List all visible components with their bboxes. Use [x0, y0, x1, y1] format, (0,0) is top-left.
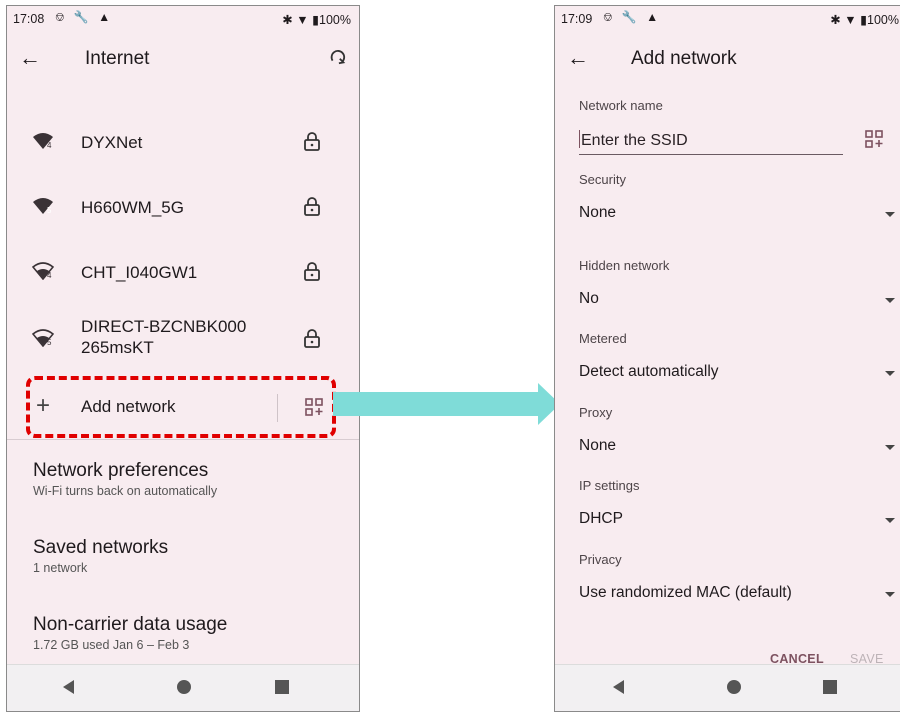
pref-subtitle: Wi-Fi turns back on automatically — [33, 484, 218, 498]
network-name-line1: DIRECT-BZCNBK000 — [81, 317, 247, 336]
add-network-screen: 17:09 ⎊ 🔧 ▲ ✱ ▼ ▮100% ← Add network Netw… — [554, 5, 900, 712]
dropdown-arrow-icon — [885, 445, 895, 450]
battery-icon: ▮ — [860, 13, 868, 27]
ssid-input[interactable]: Enter the SSID — [579, 130, 843, 155]
data-usage-item[interactable]: Non-carrier data usage 1.72 GB used Jan … — [33, 613, 227, 653]
status-time: 17:09 — [561, 12, 593, 26]
dropdown-arrow-icon — [885, 212, 895, 217]
metered-label: Metered — [579, 331, 627, 346]
lock-icon — [304, 197, 320, 216]
battery-icon: ▮ — [312, 13, 320, 27]
dropdown-arrow-icon — [885, 371, 895, 376]
bluetooth-icon: ✱ — [282, 13, 293, 27]
lock-icon — [304, 132, 320, 151]
svg-text:4: 4 — [47, 141, 52, 150]
internet-screen: 17:08 ⎊ 🔧 ▲ ✱ ▼ ▮100% ← Internet 4 DYXNe… — [6, 5, 360, 712]
security-value: None — [579, 204, 617, 221]
network-name-label: Network name — [579, 98, 663, 113]
wifi-5-icon: 5 — [32, 329, 54, 347]
network-item[interactable]: 4 DYXNet — [7, 111, 359, 171]
network-item[interactable]: 4 CHT_I040GW1 — [7, 241, 359, 301]
lock-icon — [304, 329, 320, 348]
network-item[interactable]: 5 DIRECT-BZCNBK000 265msKT — [7, 306, 359, 370]
network-name-line2: 265msKT — [81, 338, 154, 357]
wifi-status-icon: ▼ — [844, 13, 857, 27]
status-bar: 17:08 ⎊ 🔧 ▲ ✱ ▼ ▮100% — [7, 6, 359, 32]
status-right: ✱ ▼ ▮100% — [830, 12, 899, 27]
pref-title: Saved networks — [33, 537, 169, 558]
metered-value: Detect automatically — [579, 363, 719, 380]
status-right: ✱ ▼ ▮100% — [282, 12, 351, 27]
network-name: DYXNet — [81, 133, 143, 152]
back-arrow-icon[interactable]: ← — [19, 45, 41, 71]
nav-back-icon[interactable] — [613, 680, 624, 694]
svg-text:5: 5 — [47, 206, 52, 215]
text-cursor — [579, 130, 580, 148]
network-preferences-item[interactable]: Network preferences Wi-Fi turns back on … — [33, 459, 217, 499]
nav-home-icon[interactable] — [727, 680, 741, 694]
back-arrow-icon[interactable]: ← — [567, 45, 589, 71]
status-bar: 17:09 ⎊ 🔧 ▲ ✱ ▼ ▮100% — [555, 6, 900, 32]
ssid-placeholder: Enter the SSID — [581, 132, 688, 149]
security-label: Security — [579, 172, 626, 187]
pref-title: Network preferences — [33, 460, 209, 481]
svg-text:5: 5 — [47, 338, 52, 347]
nav-back-icon[interactable] — [63, 680, 74, 694]
page-title: Add network — [631, 48, 737, 69]
nav-home-icon[interactable] — [177, 680, 191, 694]
qr-code-scanner-icon[interactable] — [865, 130, 883, 148]
ip-settings-value: DHCP — [579, 510, 623, 527]
privacy-label: Privacy — [579, 552, 622, 567]
navigation-bar — [7, 664, 359, 711]
transition-arrow — [333, 392, 538, 416]
page-title: Internet — [85, 48, 150, 69]
app-bar: ← Internet — [7, 36, 359, 84]
wifi-5-icon: 5 — [33, 198, 53, 215]
pref-subtitle: 1.72 GB used Jan 6 – Feb 3 — [33, 638, 190, 652]
battery-level: 100% — [319, 13, 351, 27]
dropdown-arrow-icon — [885, 518, 895, 523]
network-name: H660WM_5G — [81, 198, 184, 217]
section-divider — [7, 439, 359, 440]
bluetooth-icon: ✱ — [830, 13, 841, 27]
nav-recents-icon[interactable] — [823, 680, 837, 694]
wifi-status-icon: ▼ — [296, 13, 309, 27]
ip-settings-label: IP settings — [579, 478, 640, 493]
network-name: CHT_I040GW1 — [81, 263, 198, 282]
navigation-bar — [555, 664, 900, 711]
pref-subtitle: 1 network — [33, 561, 88, 575]
svg-text:4: 4 — [47, 271, 52, 280]
status-time: 17:08 — [13, 12, 45, 26]
wifi-4-icon: 4 — [32, 262, 54, 280]
network-name: DIRECT-BZCNBK000 265msKT — [81, 316, 271, 358]
status-notification-icons: ⎊ 🔧 ▲ — [55, 10, 114, 24]
proxy-value: None — [579, 437, 617, 454]
battery-level: 100% — [867, 13, 899, 27]
network-item[interactable]: 5 H660WM_5G — [7, 176, 359, 236]
highlight-box — [26, 376, 336, 438]
proxy-label: Proxy — [579, 405, 613, 420]
hidden-network-value: No — [579, 290, 599, 307]
lock-icon — [304, 262, 320, 281]
privacy-value: Use randomized MAC (default) — [579, 584, 792, 601]
dropdown-arrow-icon — [885, 592, 895, 597]
wifi-4-icon: 4 — [33, 133, 53, 150]
refresh-networks-icon[interactable] — [329, 48, 347, 66]
app-bar: ← Add network — [555, 36, 900, 84]
status-notification-icons: ⎊ 🔧 ▲ — [603, 10, 662, 24]
pref-title: Non-carrier data usage — [33, 614, 228, 635]
dropdown-arrow-icon — [885, 298, 895, 303]
nav-recents-icon[interactable] — [275, 680, 289, 694]
saved-networks-item[interactable]: Saved networks 1 network — [33, 536, 168, 576]
hidden-network-label: Hidden network — [579, 258, 670, 273]
